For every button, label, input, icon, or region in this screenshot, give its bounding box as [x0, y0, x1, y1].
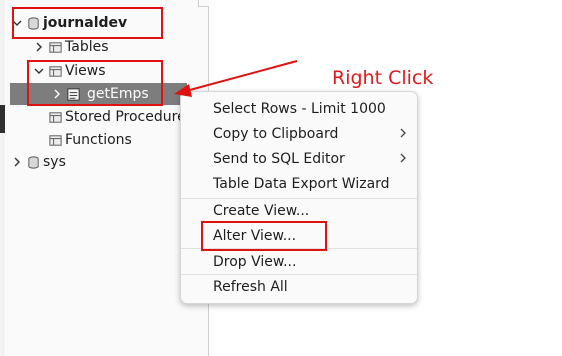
annotation-label: Right Click — [332, 67, 434, 89]
annotation-arrow — [174, 60, 298, 97]
